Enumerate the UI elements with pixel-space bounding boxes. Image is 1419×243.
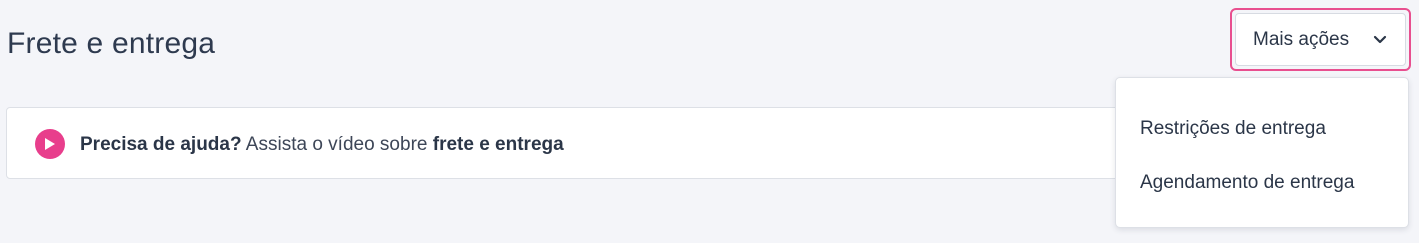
help-banner-description: Assista o vídeo sobre [241, 134, 433, 155]
help-banner: Precisa de ajuda? Assista o vídeo sobre … [6, 107, 1166, 179]
menu-item-delivery-restrictions[interactable]: Restrições de entrega [1140, 116, 1326, 142]
play-icon[interactable] [35, 129, 65, 159]
help-video-link[interactable]: frete e entrega [433, 134, 564, 155]
more-actions-menu: Restrições de entrega Agendamento de ent… [1115, 77, 1409, 228]
page-title: Frete e entrega [7, 27, 216, 60]
help-banner-text: Precisa de ajuda? Assista o vídeo sobre … [80, 132, 564, 158]
more-actions-label: Mais ações [1253, 28, 1350, 50]
more-actions-button[interactable]: Mais ações [1230, 8, 1411, 71]
chevron-down-icon [1373, 35, 1387, 44]
help-banner-question: Precisa de ajuda? [80, 134, 242, 155]
menu-item-delivery-scheduling[interactable]: Agendamento de entrega [1140, 170, 1354, 196]
